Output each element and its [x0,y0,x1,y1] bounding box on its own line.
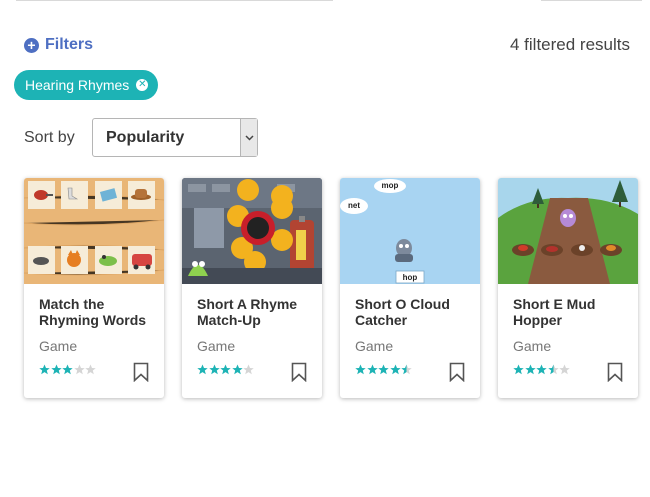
star-icon [62,364,73,375]
star-icon [547,364,559,375]
thumbnail-robot-machine [182,178,322,284]
card-title[interactable]: Short O Cloud Catcher [355,296,470,328]
game-cards: Match the Rhyming Words Game Short A Rhy… [24,178,638,398]
star-icon [355,364,366,375]
star-icon [559,364,570,375]
thumb-word: mop [382,181,399,190]
thumb-word: hop [403,273,418,282]
star-icon [85,364,96,375]
top-divider-right [541,0,642,1]
star-icon [366,364,378,375]
game-card[interactable]: Match the Rhyming Words Game [24,178,164,398]
bookmark-icon[interactable] [607,362,623,382]
star-icon [39,364,50,375]
card-title[interactable]: Short E Mud Hopper [513,296,628,328]
top-divider-left [16,0,333,1]
star-icon [524,364,536,375]
card-type: Game [355,338,394,354]
sort-label: Sort by [24,129,75,146]
star-icon [513,364,524,375]
star-icon [536,364,547,375]
star-icon [73,364,85,375]
filtered-results-count: 4 filtered results [510,35,630,54]
filters-label: Filters [45,36,94,53]
card-type: Game [513,338,552,354]
sort-select[interactable]: Popularity [92,118,258,157]
star-icon [378,364,389,375]
star-icon [220,364,231,375]
bookmark-icon[interactable] [133,362,149,382]
rating-stars [197,364,255,375]
thumbnail-sky-clouds: mop net hop [340,178,480,284]
chevron-down-icon[interactable] [240,119,257,156]
card-type: Game [39,338,78,354]
filters-bar: + Filters 4 filtered results [24,34,630,56]
thumbnail-wooden-board [24,178,164,284]
active-filter-label: Hearing Rhymes [25,77,130,93]
rating-stars [513,364,571,375]
game-card[interactable]: Short A Rhyme Match-Up Game [182,178,322,398]
sort-selected-value: Popularity [106,128,185,146]
thumbnail-mud-path [498,178,638,284]
bookmark-icon[interactable] [449,362,465,382]
star-icon [231,364,243,375]
star-icon [389,364,401,375]
plus-circle-icon: + [24,37,39,53]
game-card[interactable]: mop net hop Short O Cloud Catcher Game [340,178,480,398]
bookmark-icon[interactable] [291,362,307,382]
card-type: Game [197,338,236,354]
active-filter-chip[interactable]: Hearing Rhymes ✕ [14,70,159,100]
star-icon [208,364,220,375]
star-icon [50,364,62,375]
star-icon [401,364,412,375]
star-icon [243,364,254,375]
card-title[interactable]: Match the Rhyming Words [39,296,154,328]
filters-toggle[interactable]: + Filters [24,36,93,54]
thumb-word: net [348,201,360,210]
game-card[interactable]: Short E Mud Hopper Game [498,178,638,398]
rating-stars [355,364,413,375]
star-icon [197,364,208,375]
close-circle-icon[interactable]: ✕ [136,79,149,91]
rating-stars [39,364,97,375]
card-title[interactable]: Short A Rhyme Match-Up [197,296,312,328]
